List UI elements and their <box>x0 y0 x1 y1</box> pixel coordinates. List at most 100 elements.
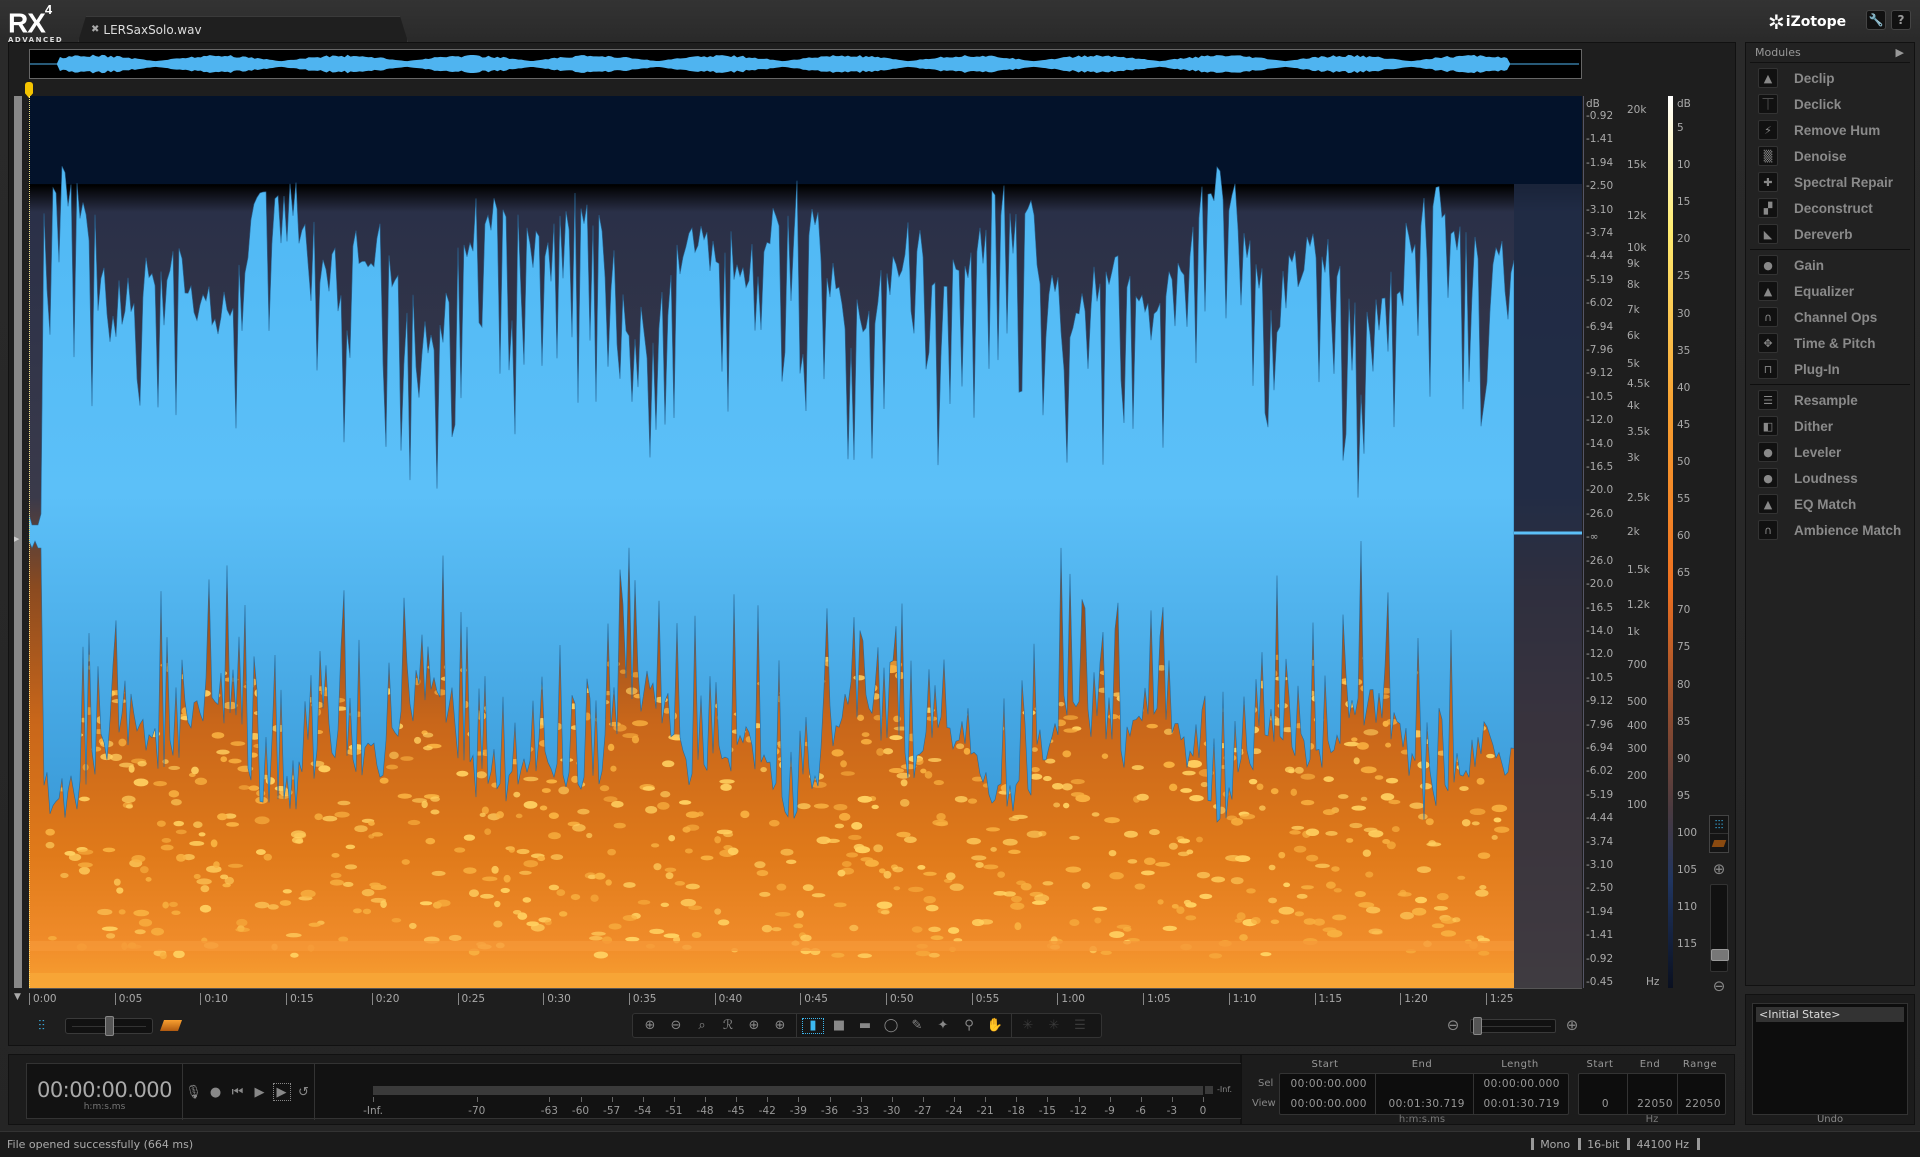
module-channel-ops[interactable]: ∩ Channel Ops <box>1750 304 1910 330</box>
amplitude-axis: dB -0.92 -1.41 -1.94 -2.50 -3.10 -3.74 -4.44 -5… <box>1583 96 1627 988</box>
spectral-harmonic-mark <box>797 803 811 810</box>
meter-clip-indicator[interactable] <box>1205 1086 1213 1094</box>
spectral-harmonic-mark <box>888 768 905 774</box>
amplitude-tick: -10.5 <box>1586 671 1614 684</box>
spectrogram-view-icon[interactable] <box>1710 834 1728 852</box>
loop-play-button[interactable]: ▶ <box>272 1083 291 1101</box>
spectral-harmonic-mark <box>1186 760 1203 768</box>
declick-icon: ⏉ <box>1758 94 1778 114</box>
spectral-harmonic-mark <box>1149 829 1160 836</box>
freq-selection-tool[interactable]: ▬ <box>852 1016 878 1036</box>
waveform-spectrogram-blend-slider[interactable] <box>65 1016 153 1036</box>
help-button[interactable]: ? <box>1891 10 1911 30</box>
frequency-tick: 2k <box>1627 526 1640 538</box>
meter-tick-label: -60 <box>571 1105 590 1117</box>
module-spectral-repair[interactable]: ✚ Spectral Repair <box>1750 169 1910 195</box>
vertical-zoom-out-icon[interactable]: ⊖ <box>1710 977 1728 995</box>
harmonic-3-icon: ☰ <box>1074 1018 1086 1033</box>
undo-history-item[interactable]: <Initial State> <box>1756 1007 1904 1022</box>
view-end-field[interactable]: 00:01:30.719 <box>1388 1098 1465 1110</box>
spectral-harmonic-mark <box>811 893 826 898</box>
collapse-arrow-icon[interactable]: ▼ <box>14 992 21 1002</box>
spectral-harmonic-mark <box>368 821 375 826</box>
module-remove-hum[interactable]: ⚡ Remove Hum <box>1750 117 1910 143</box>
view-length-field[interactable]: 00:01:30.719 <box>1483 1098 1560 1110</box>
freq-selection-icon: ▬ <box>858 1018 872 1033</box>
blend-slider-thumb[interactable] <box>105 1016 114 1036</box>
module-equalizer[interactable]: ▲ Equalizer <box>1750 278 1910 304</box>
module-dereverb[interactable]: ◣ Dereverb <box>1750 221 1910 247</box>
modules-expand-icon[interactable]: ▶ <box>1896 46 1904 59</box>
hand-tool[interactable]: ✋ <box>982 1016 1008 1036</box>
brush-tool[interactable]: ✎ <box>904 1016 930 1036</box>
overview-waveform-shape <box>30 54 1580 74</box>
zoom-time-tool[interactable]: ⊕ <box>741 1016 767 1036</box>
file-tab[interactable]: ✖ LERSaxSolo.wav <box>78 16 408 42</box>
view-freq-end-field[interactable]: 22050 <box>1637 1098 1673 1110</box>
zoom-reset-tool[interactable]: ℛ <box>715 1016 741 1036</box>
go-to-start-button[interactable]: ⏮ <box>229 1083 247 1101</box>
spectral-harmonic-mark <box>282 889 292 894</box>
module-deconstruct[interactable]: ▞ Deconstruct <box>1750 195 1910 221</box>
spectral-harmonic-mark <box>193 821 203 829</box>
spectral-harmonic-mark <box>125 804 133 809</box>
settings-button[interactable]: 🔧 <box>1866 10 1886 30</box>
vertical-zoom-thumb[interactable] <box>1711 949 1729 961</box>
return-button[interactable]: ↺ <box>295 1083 313 1101</box>
vertical-zoom-in-icon[interactable]: ⊕ <box>1710 860 1728 878</box>
zoom-freq-tool[interactable]: ⊕ <box>767 1016 793 1036</box>
module-leveler[interactable]: ● Leveler <box>1750 439 1910 465</box>
spectrogram-display[interactable] <box>29 96 1582 988</box>
amplitude-tick: -14.0 <box>1586 437 1614 450</box>
spectral-harmonic-mark <box>171 910 181 916</box>
meter-bar <box>373 1086 1203 1095</box>
horizontal-zoom-thumb[interactable] <box>1473 1017 1482 1035</box>
record-button[interactable]: ● <box>207 1083 225 1101</box>
meter-tick-label: -27 <box>914 1105 932 1117</box>
lasso-tool[interactable]: ◯ <box>878 1016 904 1036</box>
record-arm-button[interactable]: 🎙 <box>185 1083 203 1101</box>
meter-tick-mark <box>1140 1097 1142 1102</box>
module-dither[interactable]: ◧ Dither <box>1750 413 1910 439</box>
waveform-view-icon[interactable]: ⫶⫶⫶ <box>1710 816 1728 834</box>
view-start-field[interactable]: 00:00:00.000 <box>1290 1098 1367 1110</box>
spectral-harmonic-mark <box>153 780 167 787</box>
close-tab-icon[interactable]: ✖ <box>91 24 99 35</box>
module-plug-in[interactable]: ⊓ Plug-In <box>1750 356 1910 382</box>
waveform-overview[interactable] <box>29 49 1582 79</box>
level-meter: -Inf. -Inf. -70 -63 -60 -57 -54 -51 -48 -45 -42 -3… <box>317 1064 1237 1120</box>
zoom-in-tool[interactable]: ⊕ <box>637 1016 663 1036</box>
time-selection-tool[interactable]: ▮ <box>800 1016 826 1036</box>
sel-length-field[interactable]: 00:00:00.000 <box>1483 1078 1560 1090</box>
module-eq-match[interactable]: ▲ EQ Match <box>1750 491 1910 517</box>
spectral-harmonic-mark <box>605 879 612 886</box>
play-button[interactable]: ▶ <box>251 1083 269 1101</box>
zoom-out-tool[interactable]: ⊖ <box>663 1016 689 1036</box>
spectral-harmonic-mark <box>1107 714 1119 720</box>
module-ambience-match[interactable]: ∩ Ambience Match <box>1750 517 1910 543</box>
spectral-harmonic-mark <box>1440 930 1457 937</box>
view-freq-start-field[interactable]: 0 <box>1602 1098 1609 1110</box>
spectral-harmonic-mark <box>723 831 734 838</box>
view-mode-toggle[interactable]: ⫶⫶⫶ <box>1709 815 1729 853</box>
zoom-to-selection-tool[interactable]: ⌕ <box>689 1016 715 1036</box>
module-declick[interactable]: ⏉ Declick <box>1750 91 1910 117</box>
magic-wand-tool[interactable]: ✦ <box>930 1016 956 1036</box>
time-freq-selection-tool[interactable]: ■ <box>826 1016 852 1036</box>
vertical-zoom-slider[interactable] <box>1710 884 1729 972</box>
module-denoise[interactable]: ▒ Denoise <box>1750 143 1910 169</box>
module-declip[interactable]: ▲ Declip <box>1750 65 1910 91</box>
spectral-harmonic-mark <box>665 872 674 880</box>
spectral-harmonic-mark <box>493 920 503 928</box>
module-time-pitch[interactable]: ✥ Time & Pitch <box>1750 330 1910 356</box>
find-similar-tool[interactable]: ⚲ <box>956 1016 982 1036</box>
module-loudness[interactable]: ● Loudness <box>1750 465 1910 491</box>
amplitude-tick: -9.12 <box>1586 695 1614 708</box>
horizontal-zoom-out-icon[interactable]: ⊖ <box>1444 1016 1462 1034</box>
horizontal-zoom-in-icon[interactable]: ⊕ <box>1563 1016 1581 1034</box>
horizontal-zoom-slider[interactable] <box>1470 1017 1556 1035</box>
module-resample[interactable]: ☰ Resample <box>1750 387 1910 413</box>
module-gain[interactable]: ● Gain <box>1750 252 1910 278</box>
sel-start-field[interactable]: 00:00:00.000 <box>1290 1078 1367 1090</box>
view-freq-range-field[interactable]: 22050 <box>1685 1098 1721 1110</box>
